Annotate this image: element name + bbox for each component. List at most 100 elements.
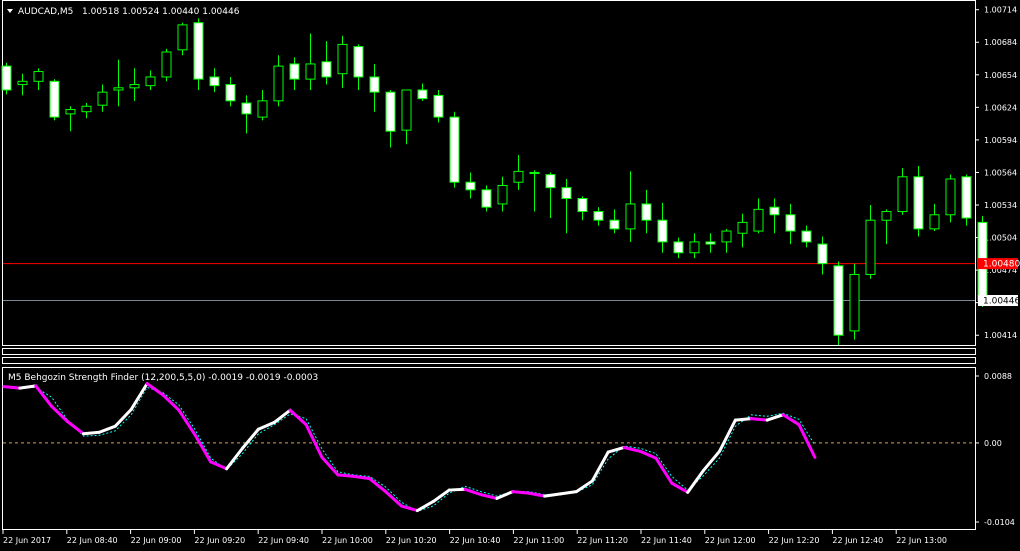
- time-tick-label: 22 Jun 09:20: [194, 536, 245, 545]
- candle: [49, 79, 60, 121]
- candle-body: [913, 176, 924, 230]
- candle-body: [545, 174, 556, 189]
- candle-body: [401, 89, 412, 131]
- candle: [833, 261, 844, 345]
- candle: [449, 111, 460, 188]
- candle-body: [513, 170, 524, 183]
- strength-line-segment: [2, 385, 22, 390]
- candle-body: [737, 221, 748, 234]
- candle-body: [945, 178, 956, 216]
- candle-body: [497, 184, 508, 205]
- candle-body: [145, 76, 156, 87]
- time-tick-label: 22 Jun 08:40: [67, 536, 118, 545]
- candle-body: [689, 241, 700, 254]
- candle-body: [577, 198, 588, 213]
- candle-body: [81, 105, 92, 113]
- candle-body: [657, 219, 668, 243]
- indicator-tick-label: -0.0104: [984, 518, 1015, 527]
- candle-body: [881, 211, 892, 221]
- candle-body: [433, 94, 444, 118]
- candle-body: [641, 203, 652, 221]
- candle-body: [321, 61, 332, 78]
- candle-body: [769, 206, 780, 216]
- candle-body: [753, 208, 764, 232]
- candle-body: [1, 65, 12, 91]
- candle-body: [833, 265, 844, 336]
- time-tick-label: 22 Jun 10:00: [322, 536, 373, 545]
- chart-window: 1.00714 1.00684 1.00654 1.00624 1.00594 1.005…: [0, 0, 1020, 551]
- candle-body: [673, 241, 684, 254]
- indicator-title: M5 Behgozin Strength Finder (12,200,5,5,…: [8, 373, 318, 383]
- bid-price-label: 1.00446: [983, 297, 1020, 307]
- candle-body: [353, 46, 364, 78]
- candle-body: [177, 24, 188, 51]
- candle-body: [449, 116, 460, 183]
- price-tick-label: 1.00414: [984, 331, 1017, 340]
- candle: [945, 174, 956, 223]
- strength-line-segment: [511, 490, 531, 495]
- price-tick-label: 1.00564: [984, 168, 1017, 177]
- candle-body: [529, 171, 540, 175]
- time-tick-label: 22 Jun 2017: [3, 536, 51, 545]
- candle-body: [929, 214, 940, 230]
- price-tick-label: 1.00624: [984, 103, 1017, 112]
- candle-body: [705, 241, 716, 245]
- candle-body: [593, 211, 604, 221]
- time-tick-label: 22 Jun 10:40: [450, 536, 501, 545]
- candle: [161, 48, 172, 82]
- strength-line-segment: [749, 417, 769, 422]
- strength-line-segment: [82, 430, 101, 436]
- candle-body: [241, 102, 252, 115]
- time-tick-label: 22 Jun 12:40: [832, 536, 883, 545]
- candle-body: [305, 63, 316, 80]
- ask-price-label: 1.00480: [983, 260, 1020, 270]
- price-tick-label: 1.00594: [984, 136, 1017, 145]
- candle-body: [129, 84, 140, 89]
- time-tick-label: 22 Jun 11:20: [577, 536, 628, 545]
- candle-body: [289, 63, 300, 80]
- candle-body: [817, 243, 828, 265]
- candle-body: [369, 76, 380, 93]
- candle-body: [465, 181, 476, 191]
- candle: [481, 185, 492, 212]
- candle-body: [33, 71, 44, 82]
- strength-line-segment: [733, 417, 753, 422]
- price-tick-label: 1.00534: [984, 201, 1017, 210]
- candle: [849, 263, 860, 340]
- candle-body: [385, 91, 396, 132]
- price-tick-label: 1.00714: [984, 6, 1017, 15]
- candle-body: [865, 219, 876, 275]
- candle: [1, 62, 12, 95]
- candle-body: [801, 230, 812, 243]
- candle-body: [337, 43, 348, 75]
- candle-body: [161, 51, 172, 78]
- time-tick-label: 22 Jun 09:00: [131, 536, 182, 545]
- price-tick-label: 1.00684: [984, 38, 1017, 47]
- candle-body: [785, 214, 796, 232]
- symbol-label: AUDCAD,M5: [18, 7, 73, 17]
- indicator-tick-label: 0.0088: [984, 372, 1012, 381]
- time-tick-label: 22 Jun 13:00: [896, 536, 947, 545]
- candle-body: [273, 65, 284, 102]
- price-tick-label: 1.00504: [984, 234, 1017, 243]
- candle-body: [721, 230, 732, 243]
- candle-body: [209, 76, 220, 87]
- time-tick-label: 22 Jun 12:00: [705, 536, 756, 545]
- time-tick-label: 22 Jun 09:40: [258, 536, 309, 545]
- time-tick-label: 22 Jun 10:20: [386, 536, 437, 545]
- candle-body: [561, 187, 572, 200]
- candle-body: [481, 189, 492, 208]
- time-tick-label: 22 Jun 11:40: [641, 536, 692, 545]
- price-tick-label: 1.00654: [984, 71, 1017, 80]
- candle-body: [609, 219, 620, 230]
- strength-line-segment: [447, 487, 467, 492]
- candle-body: [849, 273, 860, 332]
- time-tick-label: 22 Jun 12:20: [769, 536, 820, 545]
- candle: [961, 174, 972, 226]
- candle-body: [193, 22, 204, 80]
- ohlc-label: 1.00518 1.00524 1.00440 1.00446: [82, 7, 240, 17]
- candle-body: [897, 176, 908, 213]
- candle: [913, 165, 924, 237]
- candle-body: [65, 109, 76, 115]
- candle: [193, 18, 204, 90]
